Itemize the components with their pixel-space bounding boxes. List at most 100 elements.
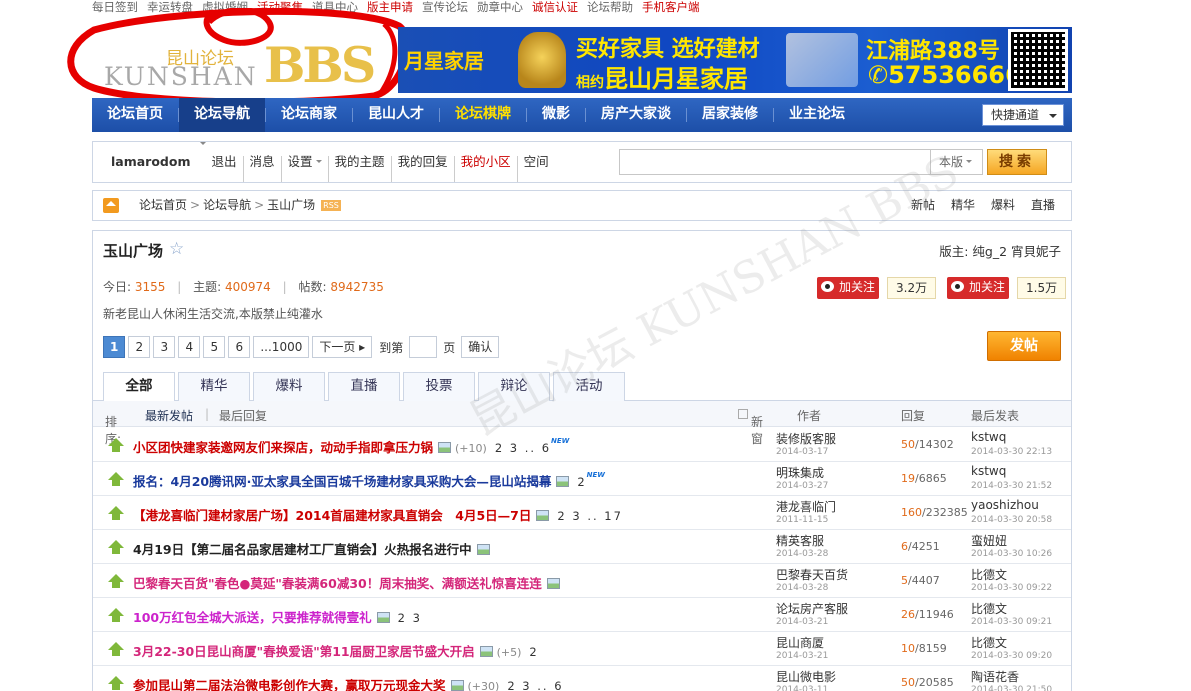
user-link[interactable]: 我的小区: [453, 155, 517, 182]
last-poster[interactable]: 比德文: [971, 566, 1007, 583]
user-link[interactable]: 我的回复: [390, 155, 454, 182]
page-link[interactable]: 2: [128, 336, 151, 358]
new-window-checkbox[interactable]: 新窗: [738, 407, 763, 446]
last-post-date[interactable]: 2014-03-30 22:13: [971, 447, 1052, 457]
thread-title-text[interactable]: 巴黎春天百货"春色●莫延"春装满60减30！周末抽奖、满额送礼惊喜连连: [133, 576, 542, 591]
thread-author[interactable]: 明珠集成: [776, 464, 824, 481]
confirm-button[interactable]: 确认: [461, 336, 500, 358]
user-link[interactable]: 设置: [280, 155, 328, 182]
table-row[interactable]: 3月22-30日昆山商厦"春换爱语"第11届厨卫家居节盛大开启 (+5) 2 昆山商厦…: [93, 632, 1071, 666]
thread-author[interactable]: 昆山商厦: [776, 634, 824, 651]
page-link[interactable]: 5: [203, 336, 226, 358]
quick-access-dropdown[interactable]: 快捷通道: [982, 104, 1064, 126]
ad-banner[interactable]: 月星家居 买好家具 选好建材 相约昆山月星家居 江浦路388号 ✆5753666…: [398, 27, 1072, 93]
username[interactable]: lamarodom: [111, 142, 191, 182]
nav-item[interactable]: 昆山人才: [353, 98, 439, 132]
last-poster[interactable]: 陶语花香: [971, 668, 1019, 685]
user-link[interactable]: 我的主题: [327, 155, 391, 182]
thread-author[interactable]: 精英客服: [776, 532, 824, 549]
breadcrumb-quick-link[interactable]: 精华: [951, 191, 975, 220]
top-link[interactable]: 幸运转盘: [147, 0, 193, 14]
thread-title-text[interactable]: 3月22-30日昆山商厦"春换爱语"第11届厨卫家居节盛大开启: [133, 644, 475, 659]
table-row[interactable]: 【港龙喜临门建材家居广场】2014首届建材家具直销会 4月5日—7日 2 3 ..…: [93, 496, 1071, 530]
tab-1[interactable]: 精华: [178, 372, 250, 401]
tab-4[interactable]: 投票: [403, 372, 475, 401]
last-poster[interactable]: yaoshizhou: [971, 498, 1039, 512]
table-row[interactable]: 巴黎春天百货"春色●莫延"春装满60减30！周末抽奖、满额送礼惊喜连连 巴黎春天百…: [93, 564, 1071, 598]
thread-title-text[interactable]: 【港龙喜临门建材家居广场】2014首届建材家具直销会 4月5日—7日: [133, 508, 531, 523]
thread-title-text[interactable]: 报名：4月20腾讯网·亚太家具全国百城千场建材家具采购大会—昆山站揭幕: [133, 474, 551, 489]
user-link[interactable]: 退出: [206, 155, 243, 182]
last-post-date[interactable]: 2014-03-30 21:50: [971, 685, 1052, 691]
last-poster[interactable]: 比德文: [971, 634, 1007, 651]
thread-title[interactable]: 巴黎春天百货"春色●莫延"春装满60减30！周末抽奖、满额送礼惊喜连连: [133, 573, 560, 592]
follow-button[interactable]: 加关注: [947, 277, 1010, 299]
last-post-date[interactable]: 2014-03-30 20:58: [971, 515, 1052, 525]
breadcrumb-item[interactable]: 论坛导航: [203, 198, 251, 212]
thread-title-text[interactable]: 小区团快建家装邀网友们来探店，动动手指即拿压力锅: [133, 440, 433, 455]
thread-title[interactable]: 4月19日【第二届名品家居建材工厂直销会】火热报名进行中: [133, 539, 490, 558]
thread-author[interactable]: 装修版客服: [776, 430, 836, 447]
thread-pages[interactable]: 2 3 .. 17: [557, 509, 623, 523]
thread-author[interactable]: 昆山微电影: [776, 668, 836, 685]
top-link[interactable]: 版主申请: [367, 0, 413, 14]
tab-6[interactable]: 活动: [553, 372, 625, 401]
tab-5[interactable]: 辩论: [478, 372, 550, 401]
search-button[interactable]: 搜索: [987, 149, 1047, 175]
new-post-button[interactable]: 发帖: [987, 331, 1061, 361]
thread-pages[interactable]: 2: [529, 645, 538, 659]
last-poster[interactable]: 蛮妞妞: [971, 532, 1007, 549]
thread-title[interactable]: 【港龙喜临门建材家居广场】2014首届建材家具直销会 4月5日—7日 2 3 ..…: [133, 505, 623, 524]
top-link[interactable]: 道具中心: [312, 0, 358, 14]
last-poster[interactable]: 比德文: [971, 600, 1007, 617]
top-link[interactable]: 手机客户端: [642, 0, 700, 14]
thread-title[interactable]: 3月22-30日昆山商厦"春换爱语"第11届厨卫家居节盛大开启 (+5) 2: [133, 641, 539, 660]
thread-title[interactable]: 参加昆山第二届法治微电影创作大赛，赢取万元现金大奖 (+30) 2 3 .. 6: [133, 675, 564, 691]
breadcrumb-item[interactable]: 论坛首页: [139, 198, 187, 212]
top-link[interactable]: 勋章中心: [477, 0, 523, 14]
tab-0[interactable]: 全部: [103, 372, 175, 402]
thread-title[interactable]: 100万红包全城大派送，只要推荐就得壹礼 2 3: [133, 607, 422, 626]
last-post-date[interactable]: 2014-03-30 10:26: [971, 549, 1052, 559]
last-post-date[interactable]: 2014-03-30 09:22: [971, 583, 1052, 593]
last-poster[interactable]: kstwq: [971, 464, 1006, 478]
table-row[interactable]: 参加昆山第二届法治微电影创作大赛，赢取万元现金大奖 (+30) 2 3 .. 6 昆山…: [93, 666, 1071, 691]
page-link[interactable]: 4: [178, 336, 201, 358]
thread-title-text[interactable]: 4月19日【第二届名品家居建材工厂直销会】火热报名进行中: [133, 542, 472, 557]
last-post-date[interactable]: 2014-03-30 21:52: [971, 481, 1052, 491]
thread-author[interactable]: 巴黎春天百货: [776, 566, 848, 583]
top-link[interactable]: 每日签到: [92, 0, 138, 14]
top-link[interactable]: 诚信认证: [532, 0, 578, 14]
favorite-star-icon[interactable]: ☆: [169, 239, 184, 259]
thread-title-text[interactable]: 100万红包全城大派送，只要推荐就得壹礼: [133, 610, 372, 625]
user-link[interactable]: 空间: [516, 155, 555, 182]
nav-item[interactable]: 论坛棋牌: [440, 98, 526, 132]
breadcrumb-item[interactable]: 玉山广场: [267, 198, 315, 212]
thread-pages[interactable]: 2: [577, 475, 586, 489]
sort-newest[interactable]: 最新发帖: [145, 407, 193, 424]
breadcrumb-quick-link[interactable]: 新帖: [911, 191, 935, 220]
home-icon[interactable]: [103, 198, 119, 213]
tab-2[interactable]: 爆料: [253, 372, 325, 401]
tab-3[interactable]: 直播: [328, 372, 400, 401]
search-scope-select[interactable]: 本版: [931, 149, 983, 175]
page-link[interactable]: 3: [153, 336, 176, 358]
nav-item[interactable]: 论坛商家: [266, 98, 352, 132]
thread-pages[interactable]: 2 3: [398, 611, 422, 625]
thread-author[interactable]: 论坛房产客服: [776, 600, 848, 617]
page-number-input[interactable]: [409, 336, 438, 358]
nav-item[interactable]: 业主论坛: [774, 98, 860, 132]
last-poster[interactable]: kstwq: [971, 430, 1006, 444]
nav-item[interactable]: 论坛首页: [92, 98, 178, 132]
follow-button[interactable]: 加关注: [817, 277, 880, 299]
breadcrumb-quick-link[interactable]: 爆料: [991, 191, 1015, 220]
nav-item[interactable]: 居家装修: [687, 98, 773, 132]
page-link[interactable]: ...1000: [253, 336, 310, 358]
table-row[interactable]: 小区团快建家装邀网友们来探店，动动手指即拿压力锅 (+10) 2 3 .. 6NEW…: [93, 428, 1071, 462]
thread-title[interactable]: 报名：4月20腾讯网·亚太家具全国百城千场建材家具采购大会—昆山站揭幕 2NEW: [133, 471, 605, 490]
sort-last-reply[interactable]: 最后回复: [219, 407, 267, 424]
user-link[interactable]: 消息: [242, 155, 281, 182]
next-page-button[interactable]: 下一页 ▸: [312, 336, 373, 358]
page-link[interactable]: 1: [103, 336, 126, 358]
thread-pages[interactable]: 2 3 .. 6: [507, 679, 563, 691]
